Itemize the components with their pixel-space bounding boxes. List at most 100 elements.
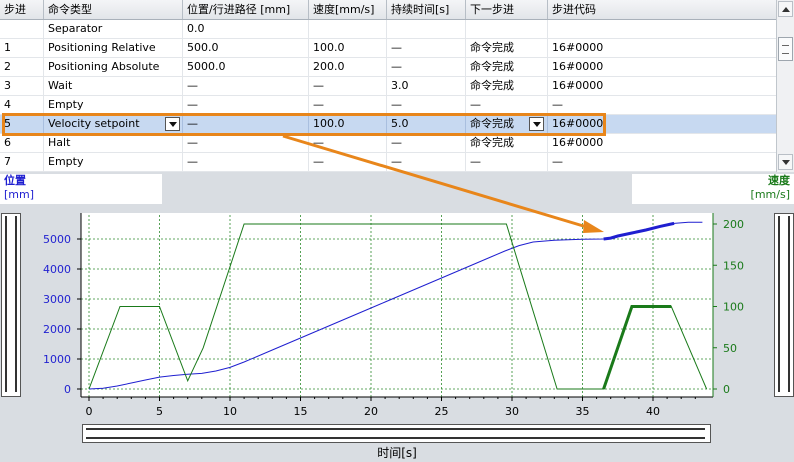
y-left-tick-label: 0 <box>64 383 71 396</box>
cell-next-step[interactable] <box>466 20 548 38</box>
cell-duration[interactable]: — <box>387 134 466 152</box>
cell-step[interactable]: 6 <box>0 134 44 152</box>
cell-duration[interactable]: 3.0 <box>387 77 466 95</box>
cell-command-type[interactable]: Positioning Relative <box>44 39 183 57</box>
cell-position[interactable]: — <box>183 96 309 114</box>
table-row[interactable]: 7 Empty — — — — — <box>0 153 776 172</box>
y-left-tick-label: 3000 <box>43 293 71 306</box>
cell-step-code[interactable]: — <box>548 96 776 114</box>
right-axis-caption: 速度 [mm/s] <box>632 174 794 204</box>
cell-position[interactable]: — <box>183 134 309 152</box>
cell-command-type[interactable]: Halt <box>44 134 183 152</box>
cell-command-type[interactable]: Empty <box>44 96 183 114</box>
x-tick-label: 25 <box>435 405 449 418</box>
cell-position[interactable]: 5000.0 <box>183 58 309 76</box>
time-scroll-slider[interactable] <box>82 424 711 443</box>
x-tick-label: 0 <box>86 405 93 418</box>
command-table: 步进 命令类型 位置/行进路径 [mm] 速度[mm/s] 持续时间[s] 下一… <box>0 0 777 172</box>
cell-step-code[interactable]: 16#0000 <box>548 134 776 152</box>
cell-velocity[interactable]: — <box>309 96 387 114</box>
header-velocity[interactable]: 速度[mm/s] <box>309 0 387 19</box>
left-axis-caption: 位置 [mm] <box>0 174 162 204</box>
position-line <box>88 221 703 390</box>
table-header: 步进 命令类型 位置/行进路径 [mm] 速度[mm/s] 持续时间[s] 下一… <box>0 0 776 20</box>
right-axis-unit: [mm/s] <box>750 188 790 201</box>
y-right-tick-label: 150 <box>723 259 744 272</box>
right-zoom-slider[interactable] <box>774 213 794 397</box>
cell-position[interactable]: 500.0 <box>183 39 309 57</box>
header-step[interactable]: 步进 <box>0 0 44 19</box>
y-left-tick-label: 4000 <box>43 263 71 276</box>
table-row[interactable]: Separator 0.0 <box>0 20 776 39</box>
cell-velocity[interactable]: — <box>309 134 387 152</box>
cell-step[interactable]: 2 <box>0 58 44 76</box>
left-axis-title: 位置 <box>4 174 26 187</box>
table-row[interactable]: 6 Halt — — — 命令完成 16#0000 <box>0 134 776 153</box>
table-scrollbar[interactable] <box>776 0 794 172</box>
cell-step[interactable]: 7 <box>0 153 44 171</box>
x-tick-label: 40 <box>646 405 660 418</box>
velocity-line <box>88 223 708 390</box>
plot-area <box>81 213 713 397</box>
y-right-tick-label: 200 <box>723 218 744 231</box>
cell-step[interactable] <box>0 20 44 38</box>
cell-step[interactable]: 3 <box>0 77 44 95</box>
cell-position[interactable]: — <box>183 77 309 95</box>
velocity-highlight-segment <box>602 305 672 390</box>
header-duration[interactable]: 持续时间[s] <box>387 0 466 19</box>
cell-next-step[interactable]: 命令完成 <box>466 58 548 76</box>
y-left-tick-label: 5000 <box>43 233 71 246</box>
cell-velocity[interactable]: 100.0 <box>309 39 387 57</box>
header-position[interactable]: 位置/行进路径 [mm] <box>183 0 309 19</box>
cell-step[interactable]: 1 <box>0 39 44 57</box>
cell-next-step[interactable]: 命令完成 <box>466 77 548 95</box>
cell-duration[interactable]: — <box>387 96 466 114</box>
cell-velocity[interactable] <box>309 20 387 38</box>
cell-next-step[interactable]: 命令完成 <box>466 134 548 152</box>
cell-velocity[interactable]: 200.0 <box>309 58 387 76</box>
scroll-down-icon[interactable] <box>778 154 793 170</box>
cell-command-type[interactable]: Wait <box>44 77 183 95</box>
left-zoom-slider[interactable] <box>1 213 21 397</box>
left-axis-unit: [mm] <box>4 188 35 201</box>
cell-step[interactable]: 4 <box>0 96 44 114</box>
header-next-step[interactable]: 下一步进 <box>466 0 548 19</box>
y-right-tick-label: 0 <box>723 383 730 396</box>
cell-duration[interactable]: — <box>387 39 466 57</box>
cell-command-type[interactable]: Positioning Absolute <box>44 58 183 76</box>
header-command-type[interactable]: 命令类型 <box>44 0 183 19</box>
cell-next-step[interactable]: — <box>466 96 548 114</box>
cell-step-code[interactable]: — <box>548 153 776 171</box>
x-tick-label: 35 <box>576 405 590 418</box>
x-tick-label: 20 <box>364 405 378 418</box>
x-tick-label: 5 <box>156 405 163 418</box>
cell-duration[interactable] <box>387 20 466 38</box>
y-right-tick-label: 100 <box>723 301 744 314</box>
cell-next-step[interactable]: — <box>466 153 548 171</box>
x-tick-label: 15 <box>294 405 308 418</box>
table-row[interactable]: 3 Wait — —3.0 命令完成 16#0000 <box>0 77 776 96</box>
x-axis-label: 时间[s] <box>377 446 417 460</box>
cell-step-code[interactable] <box>548 20 776 38</box>
cell-velocity[interactable]: — <box>309 153 387 171</box>
highlight-arrow-head <box>583 220 604 233</box>
cell-duration[interactable]: — <box>387 153 466 171</box>
cell-command-type[interactable]: Empty <box>44 153 183 171</box>
cell-velocity[interactable]: — <box>309 77 387 95</box>
cell-duration[interactable]: — <box>387 58 466 76</box>
cell-next-step[interactable]: 命令完成 <box>466 39 548 57</box>
scroll-up-icon[interactable] <box>778 1 793 17</box>
cell-position[interactable]: 0.0 <box>183 20 309 38</box>
x-tick-label: 10 <box>223 405 237 418</box>
cell-step-code[interactable]: 16#0000 <box>548 39 776 57</box>
header-step-code[interactable]: 步进代码 <box>548 0 776 19</box>
scroll-thumb[interactable] <box>778 37 793 61</box>
cell-position[interactable]: — <box>183 153 309 171</box>
table-row[interactable]: 1 Positioning Relative 500.0 100.0— 命令完成 16#0… <box>0 39 776 58</box>
x-tick-label: 30 <box>505 405 519 418</box>
y-left-tick-label: 1000 <box>43 353 71 366</box>
cell-step-code[interactable]: 16#0000 <box>548 77 776 95</box>
table-row[interactable]: 2 Positioning Absolute 5000.0 200.0— 命令完成 16#… <box>0 58 776 77</box>
cell-step-code[interactable]: 16#0000 <box>548 58 776 76</box>
cell-command-type[interactable]: Separator <box>44 20 183 38</box>
